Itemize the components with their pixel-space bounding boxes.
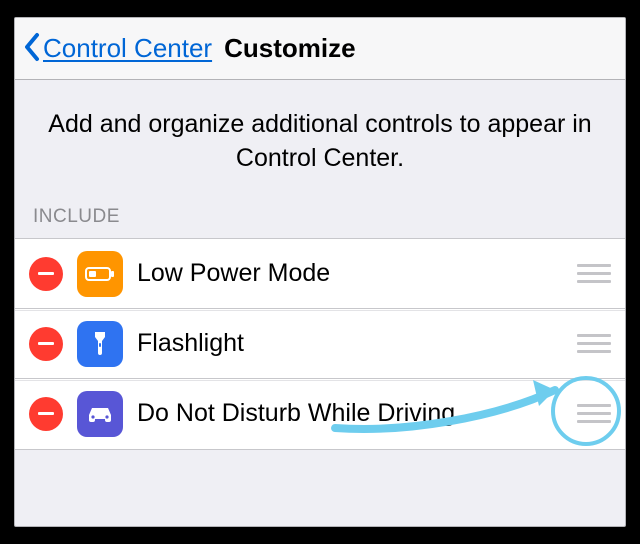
back-label: Control Center [43, 33, 212, 64]
drag-handle-icon[interactable] [577, 264, 611, 283]
flashlight-icon [77, 321, 123, 367]
car-icon [77, 391, 123, 437]
remove-button[interactable] [29, 327, 63, 361]
minus-icon [38, 412, 54, 415]
list-item-label: Low Power Mode [137, 259, 563, 288]
list-item: Flashlight [15, 309, 625, 379]
minus-icon [38, 272, 54, 275]
battery-low-icon [77, 251, 123, 297]
list-item-label: Do Not Disturb While Driving [137, 399, 563, 428]
list-item: Low Power Mode [15, 239, 625, 309]
description-block: Add and organize additional controls to … [15, 80, 625, 206]
list-item: Do Not Disturb While Driving [15, 379, 625, 449]
description-text: Add and organize additional controls to … [45, 108, 595, 176]
remove-button[interactable] [29, 257, 63, 291]
drag-handle-icon[interactable] [577, 334, 611, 353]
section-header-include: INCLUDE [15, 206, 625, 238]
minus-icon [38, 342, 54, 345]
chevron-left-icon [23, 32, 41, 66]
navbar: Control Center Customize [15, 18, 625, 80]
drag-handle-icon[interactable] [577, 404, 611, 423]
remove-button[interactable] [29, 397, 63, 431]
page-title: Customize [224, 33, 355, 64]
include-list: Low Power Mode Flashlight [15, 238, 625, 450]
back-button[interactable]: Control Center [23, 32, 212, 66]
list-item-label: Flashlight [137, 329, 563, 358]
settings-pane: Control Center Customize Add and organiz… [14, 17, 626, 527]
